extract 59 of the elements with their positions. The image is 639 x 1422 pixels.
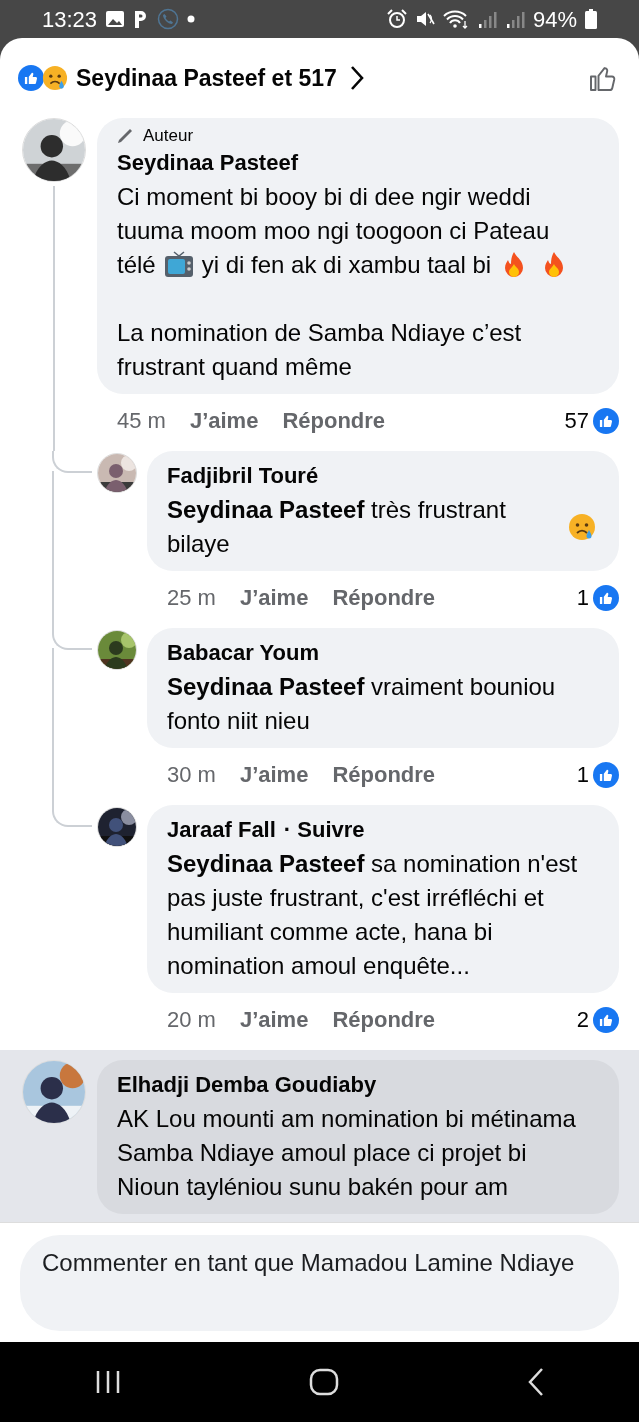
like-link[interactable]: J’aime — [239, 1003, 309, 1036]
reply-link[interactable]: Répondre — [332, 581, 436, 614]
reaction-count: 57 — [564, 407, 589, 435]
comment-input[interactable]: Commenter en tant que Mamadou Lamine Ndiaye — [20, 1235, 619, 1331]
comment-text: La nomination de Samba Ndiaye c’est frustrant quand même — [117, 318, 523, 382]
author-label: Auteur — [143, 126, 194, 146]
thread-connector — [52, 451, 92, 473]
battery-percent: 94% — [532, 5, 577, 34]
comment-text: télé — [117, 250, 156, 280]
like-icon — [593, 1006, 619, 1033]
television-icon — [163, 251, 194, 279]
follow-link[interactable]: · Suivre — [283, 813, 365, 847]
author-name[interactable]: Jaraaf Fall — [167, 813, 276, 847]
signal-icon — [504, 9, 525, 29]
comment-text: Seydinaa Pasteef très frustrant bilaye — [167, 495, 507, 559]
crying-face-icon — [567, 513, 597, 541]
reply-link[interactable]: Répondre — [332, 1003, 436, 1036]
like-icon — [593, 761, 619, 788]
notification-dot-icon — [187, 15, 196, 23]
author-name[interactable]: Fadjibril Touré — [167, 459, 319, 493]
phone-icon — [157, 8, 180, 30]
reply-link[interactable]: Répondre — [332, 758, 436, 791]
like-icon — [18, 65, 44, 91]
pen-icon — [117, 128, 135, 144]
comment-text: Seydinaa Pasteef vraiment bouniou fonto niit nieu — [167, 672, 557, 736]
reactions-summary-link[interactable]: Seydinaa Pasteef et 517 — [76, 60, 337, 96]
comment-text: AK Lou mounti am nomination bi métinama — [117, 1104, 576, 1134]
signal-icon — [476, 9, 497, 29]
comment-time: 25 m — [167, 584, 216, 612]
reaction-count: 1 — [576, 761, 589, 789]
home-icon[interactable] — [308, 1367, 339, 1397]
reply-link[interactable]: Répondre — [282, 404, 386, 437]
mute-icon — [414, 9, 435, 29]
image-icon — [105, 9, 126, 29]
like-link[interactable]: J’aime — [239, 581, 309, 614]
comment-time: 20 m — [167, 1006, 216, 1034]
wifi-icon — [442, 9, 469, 29]
comment-text: Samba Ndiaye amoul place ci projet bi — [117, 1138, 527, 1168]
comment-time: 30 m — [167, 761, 216, 789]
alarm-icon — [386, 9, 407, 29]
comment-time: 45 m — [117, 407, 166, 435]
like-icon — [593, 407, 619, 434]
like-icon — [593, 584, 619, 611]
battery-icon — [585, 9, 597, 29]
comment-text: Seydinaa Pasteef sa nomination n'est pas juste frustrant, c'est irréfléchi et humiliant comme acte, hana bi nomination amoul enquête... — [167, 849, 579, 981]
thread-connector — [52, 628, 92, 650]
like-link[interactable]: J’aime — [189, 404, 259, 437]
like-link[interactable]: J’aime — [239, 758, 309, 791]
comment-text: yi di fen ak di xambu taal bi — [201, 250, 492, 280]
reaction-count: 1 — [576, 584, 589, 612]
author-name[interactable]: Elhadji Demba Goudiaby — [117, 1068, 377, 1102]
comment-text: Nioun tayléniou sunu bakén pour am — [117, 1172, 508, 1202]
author-name[interactable]: Babacar Youm — [167, 636, 320, 670]
clock-time: 13:23 — [42, 5, 98, 34]
reaction-count: 2 — [576, 1006, 589, 1034]
author-name[interactable]: Seydinaa Pasteef — [117, 146, 298, 180]
crying-face-icon — [42, 65, 68, 91]
chevron-right-icon[interactable] — [348, 65, 365, 91]
thread-connector — [52, 805, 92, 827]
